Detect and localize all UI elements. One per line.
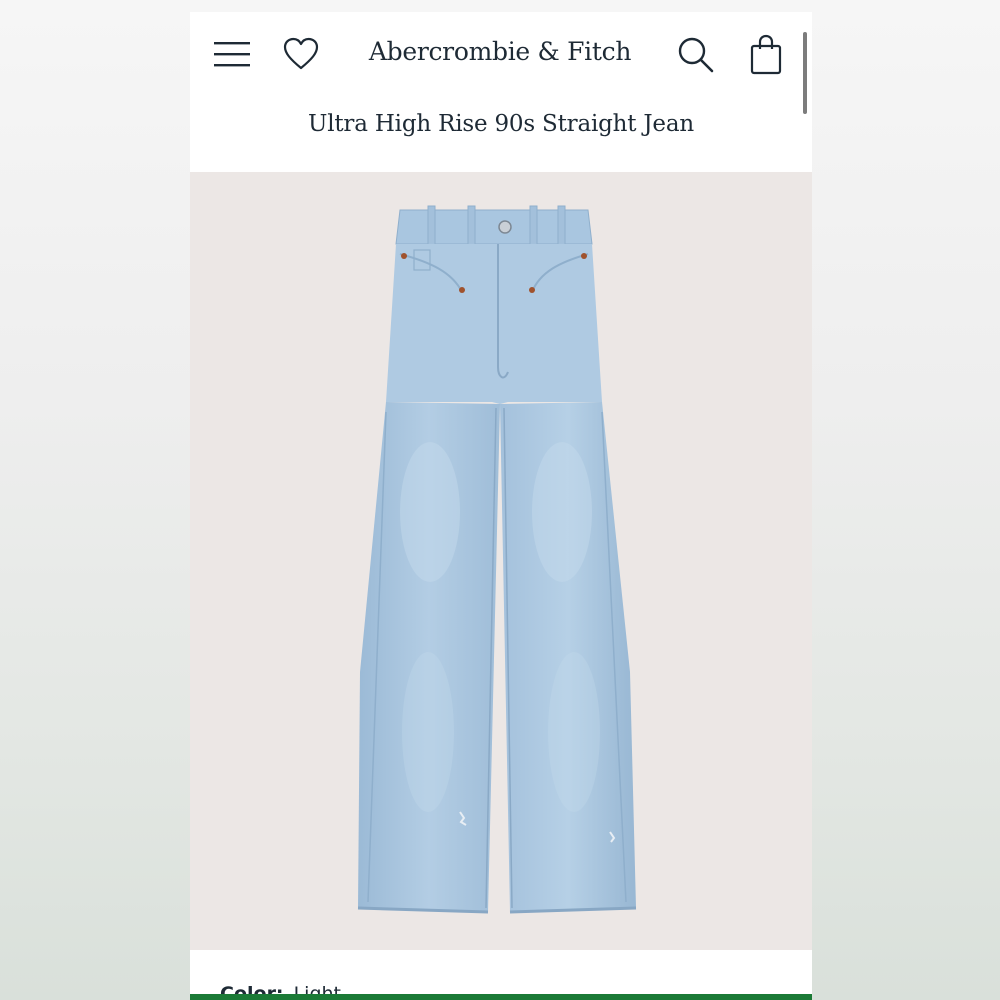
product-image[interactable] [190,172,812,950]
app-screen: Abercrombie & Fitch Ultra High Rise 90s … [190,12,812,1000]
accent-bar [190,994,812,1000]
menu-icon[interactable] [212,38,252,70]
brand-logo[interactable]: Abercrombie & Fitch [330,34,670,70]
heart-icon[interactable] [282,36,320,72]
jeans-image [357,205,637,914]
search-icon[interactable] [676,35,716,75]
product-title: Ultra High Rise 90s Straight Jean [308,111,694,137]
shopping-bag-icon[interactable] [748,34,784,76]
top-navigation-bar: Abercrombie & Fitch [190,12,812,114]
scrollbar[interactable] [803,32,807,114]
